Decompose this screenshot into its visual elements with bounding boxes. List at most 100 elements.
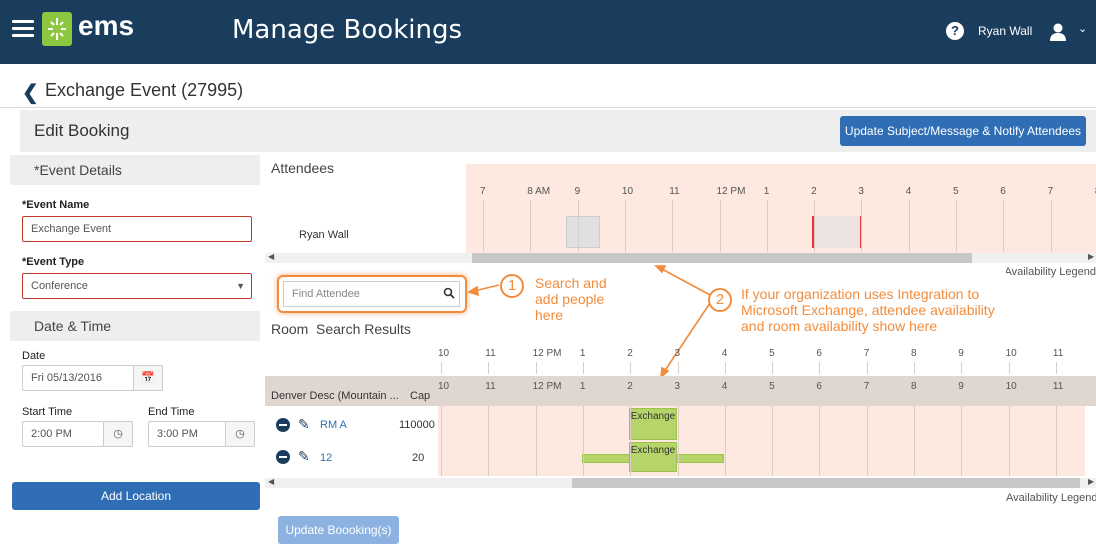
time-tick-label: 9	[574, 186, 581, 197]
time-tick-label: 4	[905, 186, 912, 197]
time-tick-label: 9	[958, 348, 964, 359]
search-results-label[interactable]: Search Results	[316, 321, 411, 337]
time-tick-label: 10	[1005, 348, 1017, 359]
time-tick-label: 7	[863, 348, 870, 359]
room-capacity: 20	[412, 452, 425, 464]
time-tick-label: 5	[769, 348, 775, 359]
grid-line	[1050, 200, 1052, 252]
room-label[interactable]: Room	[271, 321, 308, 337]
time-tick-label: 6	[1000, 186, 1006, 197]
room-name[interactable]: RM A	[320, 419, 347, 431]
time-tick-label: 7	[1047, 186, 1054, 197]
room-column-header[interactable]: Denver Desc (Mountain ...	[271, 390, 399, 402]
time-tick-label: 12 PM	[532, 381, 562, 392]
grid-line	[914, 406, 915, 476]
room-scrollbar-thumb[interactable]	[572, 478, 1080, 488]
grid-line	[441, 406, 442, 476]
grid-line	[861, 200, 863, 252]
time-tick-label: 11	[485, 348, 496, 359]
grid-line	[724, 362, 726, 374]
grid-line	[719, 200, 721, 252]
grid-line	[961, 406, 963, 476]
time-tick-label: 10	[1005, 381, 1017, 392]
grid-line	[766, 200, 768, 252]
grid-line	[819, 406, 821, 476]
time-tick-label: 3	[858, 186, 864, 197]
time-tick-label: 5	[953, 186, 959, 197]
time-tick-label: 4	[721, 381, 728, 392]
callout-1-number: 1	[500, 274, 524, 298]
grid-line	[630, 406, 632, 476]
grid-line	[1055, 406, 1057, 476]
time-tick-label: 11	[1052, 348, 1064, 359]
time-tick-label: 8	[911, 348, 917, 359]
room-capacity: 110000	[399, 419, 435, 431]
callout-2-number: 2	[708, 288, 732, 312]
remove-room-icon[interactable]	[276, 450, 290, 464]
grid-line	[866, 362, 868, 374]
grid-line	[914, 362, 915, 374]
grid-line	[1008, 406, 1010, 476]
availability-legend-link[interactable]: Availability Legend	[1006, 492, 1096, 504]
time-tick-label: 2	[627, 348, 633, 359]
time-tick-label: 11	[1052, 381, 1064, 392]
grid-line	[677, 406, 679, 476]
grid-line	[1055, 362, 1057, 374]
grid-line	[724, 406, 726, 476]
time-tick-label: 9	[958, 381, 964, 392]
update-bookings-button[interactable]: Update Boooking(s)	[278, 516, 399, 544]
grid-line	[630, 362, 632, 374]
scroll-right-icon[interactable]: ▶	[1088, 477, 1094, 486]
grid-line	[535, 362, 537, 374]
grid-line	[866, 406, 868, 476]
grid-line	[488, 406, 490, 476]
time-tick-label: 1	[579, 348, 586, 359]
edit-pencil-icon[interactable]: ✎	[298, 416, 310, 433]
callout-1-text: Search and add people here	[535, 275, 607, 323]
time-tick-label: 7	[863, 381, 870, 392]
time-tick-label: 8 AM	[527, 186, 551, 197]
time-tick-label: 1	[579, 381, 586, 392]
time-tick-label: 10	[621, 186, 634, 197]
grid-line	[1008, 362, 1010, 374]
grid-line	[483, 200, 484, 252]
grid-line	[956, 200, 957, 252]
grid-line	[577, 200, 579, 252]
time-tick-label: 5	[769, 381, 775, 392]
time-tick-label: 12 PM	[532, 348, 562, 359]
time-tick-label: 3	[674, 381, 681, 392]
time-tick-label: 10	[438, 348, 450, 359]
booking-block[interactable]: Exchange	[629, 408, 677, 440]
grid-line	[961, 362, 963, 374]
time-tick-label: 4	[721, 348, 728, 359]
time-tick-label: 7	[480, 186, 486, 197]
grid-line	[488, 362, 490, 374]
callout-2-text: If your organization uses Integration to…	[741, 286, 995, 334]
time-tick-label: 3	[674, 348, 681, 359]
grid-line	[441, 362, 442, 374]
grid-line	[677, 362, 679, 374]
grid-line	[535, 406, 537, 476]
edit-pencil-icon[interactable]: ✎	[298, 448, 310, 465]
grid-line	[814, 200, 816, 252]
time-tick-label: 6	[816, 348, 822, 359]
time-tick-label: 2	[811, 186, 817, 197]
grid-line	[672, 200, 674, 252]
time-tick-label: 8	[911, 381, 917, 392]
scroll-left-icon[interactable]: ◀	[268, 477, 274, 486]
grid-line	[530, 200, 532, 252]
time-tick-label: 2	[627, 381, 633, 392]
booking-block[interactable]: Exchange	[629, 442, 677, 472]
time-tick-label: 12 PM	[716, 186, 746, 197]
capacity-column-header[interactable]: Cap	[410, 390, 430, 402]
time-tick-label: 11	[669, 186, 680, 197]
grid-line	[624, 200, 626, 252]
remove-room-icon[interactable]	[276, 418, 290, 432]
grid-line	[582, 406, 584, 476]
room-name[interactable]: 12	[320, 452, 332, 464]
grid-line	[582, 362, 584, 374]
time-tick-label: 1	[763, 186, 770, 197]
time-tick-label: 11	[485, 381, 496, 392]
grid-line	[772, 406, 774, 476]
time-tick-label: 6	[816, 381, 822, 392]
